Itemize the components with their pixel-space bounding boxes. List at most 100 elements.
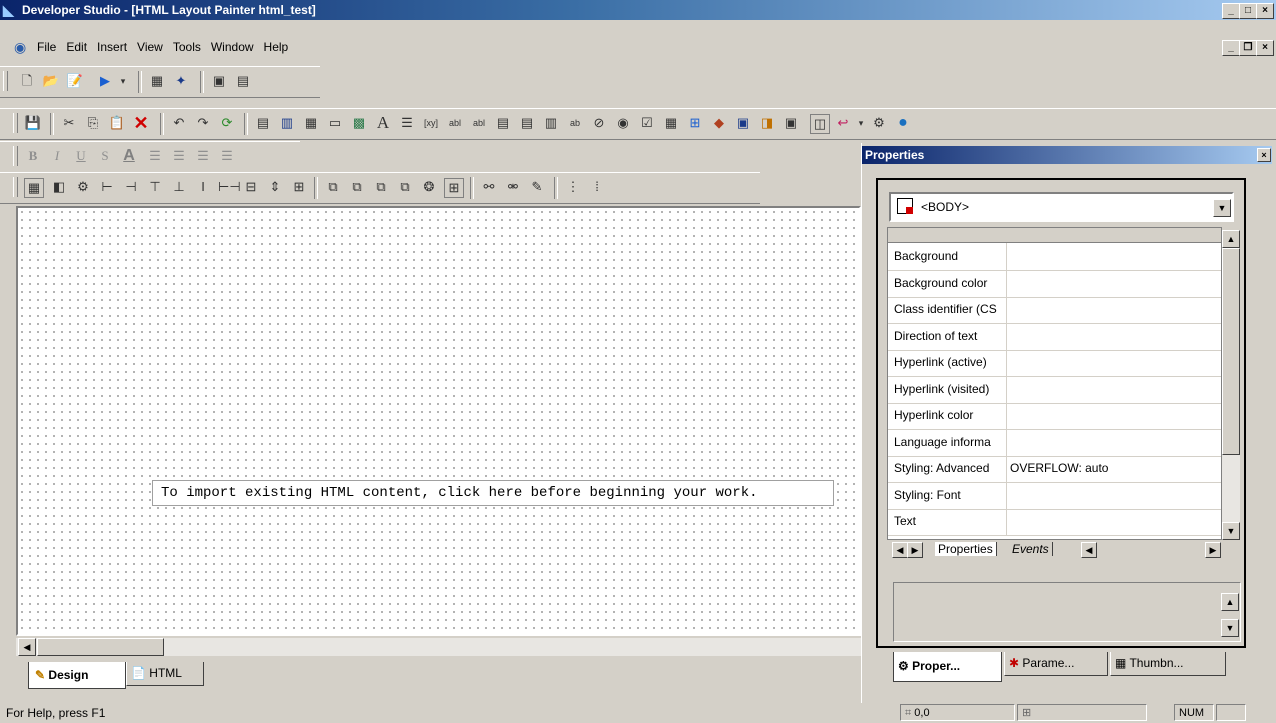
- menu-item-insert[interactable]: Insert: [92, 37, 132, 57]
- property-value[interactable]: OVERFLOW: auto: [1010, 455, 1108, 481]
- doc-close-button[interactable]: ×: [1256, 40, 1274, 56]
- textarea-icon[interactable]: abl: [470, 114, 488, 132]
- bold-icon[interactable]: B: [24, 147, 42, 165]
- align-right-icon[interactable]: ☰: [194, 147, 212, 165]
- same-size-icon[interactable]: ⊞: [290, 178, 308, 196]
- xy-icon[interactable]: [xy]: [422, 114, 440, 132]
- module-icon[interactable]: ▣: [782, 114, 800, 132]
- unlink-objects-icon[interactable]: ⚮: [504, 178, 522, 196]
- justify-icon[interactable]: ☰: [218, 147, 236, 165]
- align-center-icon[interactable]: ☰: [170, 147, 188, 165]
- tab-order-icon[interactable]: ⚙: [74, 178, 92, 196]
- align-bottoms-icon[interactable]: ⊥: [170, 178, 188, 196]
- tab-properties[interactable]: ⚙ Proper...: [893, 652, 1002, 682]
- tab-next-icon[interactable]: ▶: [907, 542, 923, 558]
- group-icon[interactable]: ▦: [662, 114, 680, 132]
- property-row[interactable]: Class identifier (CS: [888, 296, 1221, 324]
- scroll-down-icon[interactable]: ▼: [1222, 522, 1240, 540]
- property-row[interactable]: Hyperlink (active): [888, 349, 1221, 377]
- inner-tab-properties[interactable]: Properties: [935, 542, 997, 556]
- property-row[interactable]: Hyperlink color: [888, 402, 1221, 430]
- menu-item-file[interactable]: File: [32, 37, 61, 57]
- property-row[interactable]: Styling: Advanced OVERFLOW: auto: [888, 455, 1221, 483]
- redo-icon[interactable]: ↷: [194, 114, 212, 132]
- doc-restore-button[interactable]: ❐: [1239, 40, 1257, 56]
- tab-design[interactable]: ✎ Design: [28, 662, 126, 689]
- design-canvas[interactable]: [16, 206, 861, 636]
- space-horz-icon[interactable]: ⊢⊣: [218, 178, 241, 196]
- calendar-icon[interactable]: ▣: [734, 114, 752, 132]
- scroll-thumb-vertical[interactable]: [1222, 248, 1240, 455]
- save-icon[interactable]: 💾: [24, 114, 42, 132]
- selector-dropdown-icon[interactable]: ▼: [1213, 199, 1231, 217]
- font-color-icon[interactable]: A: [120, 147, 138, 165]
- list-icon[interactable]: ☰: [398, 114, 416, 132]
- object-props-icon[interactable]: ✎: [528, 178, 546, 196]
- send-back-icon[interactable]: ⧉: [348, 178, 366, 196]
- refresh-icon[interactable]: ⟳: [218, 114, 236, 132]
- label-icon[interactable]: ab: [566, 114, 584, 132]
- doc-minimize-button[interactable]: _: [1222, 40, 1240, 56]
- run-dropdown-icon[interactable]: ▾: [114, 72, 132, 90]
- property-grid[interactable]: Background Background color Class identifi…: [887, 227, 1222, 540]
- link-objects-icon[interactable]: ⚯: [480, 178, 498, 196]
- close-button[interactable]: ×: [1256, 3, 1274, 19]
- minimize-button[interactable]: _: [1222, 3, 1240, 19]
- menu-item-edit[interactable]: Edit: [61, 37, 92, 57]
- scroll-left-icon[interactable]: ◀: [18, 638, 36, 656]
- link-dropdown-icon[interactable]: ▾: [852, 114, 870, 132]
- forward-icon[interactable]: ⧉: [372, 178, 390, 196]
- grid-hscroll-left-icon[interactable]: ◀: [1081, 542, 1097, 558]
- undo-icon[interactable]: ↶: [170, 114, 188, 132]
- globe-icon[interactable]: ●: [894, 114, 912, 132]
- window-icon[interactable]: ▣: [210, 72, 228, 90]
- tree-icon[interactable]: ⊞: [686, 114, 704, 132]
- table-icon[interactable]: ▦: [302, 114, 320, 132]
- scroll-thumb[interactable]: [37, 638, 164, 656]
- property-row[interactable]: Hyperlink (visited): [888, 375, 1221, 404]
- space-vert-icon[interactable]: ⊟: [242, 178, 260, 196]
- desc-scroll-down-icon[interactable]: ▼: [1221, 619, 1239, 637]
- text-icon[interactable]: A: [374, 114, 392, 132]
- maximize-button[interactable]: □: [1239, 3, 1257, 19]
- scroll-up-icon[interactable]: ▲: [1222, 230, 1240, 248]
- preview-icon[interactable]: ◧: [50, 178, 68, 196]
- arrange-icon[interactable]: ⁞: [588, 178, 606, 196]
- tab-prev-icon[interactable]: ◀: [892, 542, 908, 558]
- run-icon[interactable]: ▶: [96, 72, 114, 90]
- property-row[interactable]: Styling: Font: [888, 481, 1221, 510]
- grid-hscroll-right-icon[interactable]: ▶: [1205, 542, 1221, 558]
- tab-html[interactable]: 📄 HTML: [126, 662, 204, 686]
- menu-item-view[interactable]: View: [132, 37, 168, 57]
- explorer-icon[interactable]: ▦: [148, 72, 166, 90]
- double-list-icon[interactable]: ▥: [542, 114, 560, 132]
- new-icon[interactable]: 🗋: [18, 72, 36, 90]
- tools-icon[interactable]: ✦: [172, 72, 190, 90]
- backward-icon[interactable]: ⧉: [396, 178, 414, 196]
- inner-tab-events[interactable]: Events: [1009, 542, 1053, 556]
- strike-icon[interactable]: S: [96, 147, 114, 165]
- delete-icon[interactable]: ✕: [132, 114, 150, 132]
- properties-icon[interactable]: 📝: [66, 72, 84, 90]
- align-tops-icon[interactable]: ⊤: [146, 178, 164, 196]
- properties-close-button[interactable]: ×: [1257, 148, 1271, 162]
- report-icon[interactable]: ▤: [254, 114, 272, 132]
- checkbox-icon[interactable]: ☑: [638, 114, 656, 132]
- center-vert-icon[interactable]: I: [194, 178, 212, 196]
- property-row[interactable]: Background color: [888, 269, 1221, 298]
- flash-icon[interactable]: ◨: [758, 114, 776, 132]
- paste-icon[interactable]: 📋: [108, 114, 126, 132]
- tab-parameters[interactable]: ✱ Parame...: [1004, 652, 1108, 676]
- property-row[interactable]: Text: [888, 508, 1221, 536]
- bring-front-icon[interactable]: ⧉: [324, 178, 342, 196]
- import-html-prompt[interactable]: To import existing HTML content, click h…: [152, 480, 834, 506]
- menu-item-window[interactable]: Window: [206, 37, 259, 57]
- property-grid-scrollbar[interactable]: ▲ ▼: [1222, 230, 1240, 540]
- layout-icon[interactable]: ◫: [810, 114, 830, 134]
- grid-icon[interactable]: ▦: [24, 178, 44, 198]
- textbox-icon[interactable]: abl: [446, 114, 464, 132]
- settings-icon[interactable]: ⚙: [870, 114, 888, 132]
- applet-icon[interactable]: ◆: [710, 114, 728, 132]
- same-height-icon[interactable]: ⇕: [266, 178, 284, 196]
- cut-icon[interactable]: ✂: [60, 114, 78, 132]
